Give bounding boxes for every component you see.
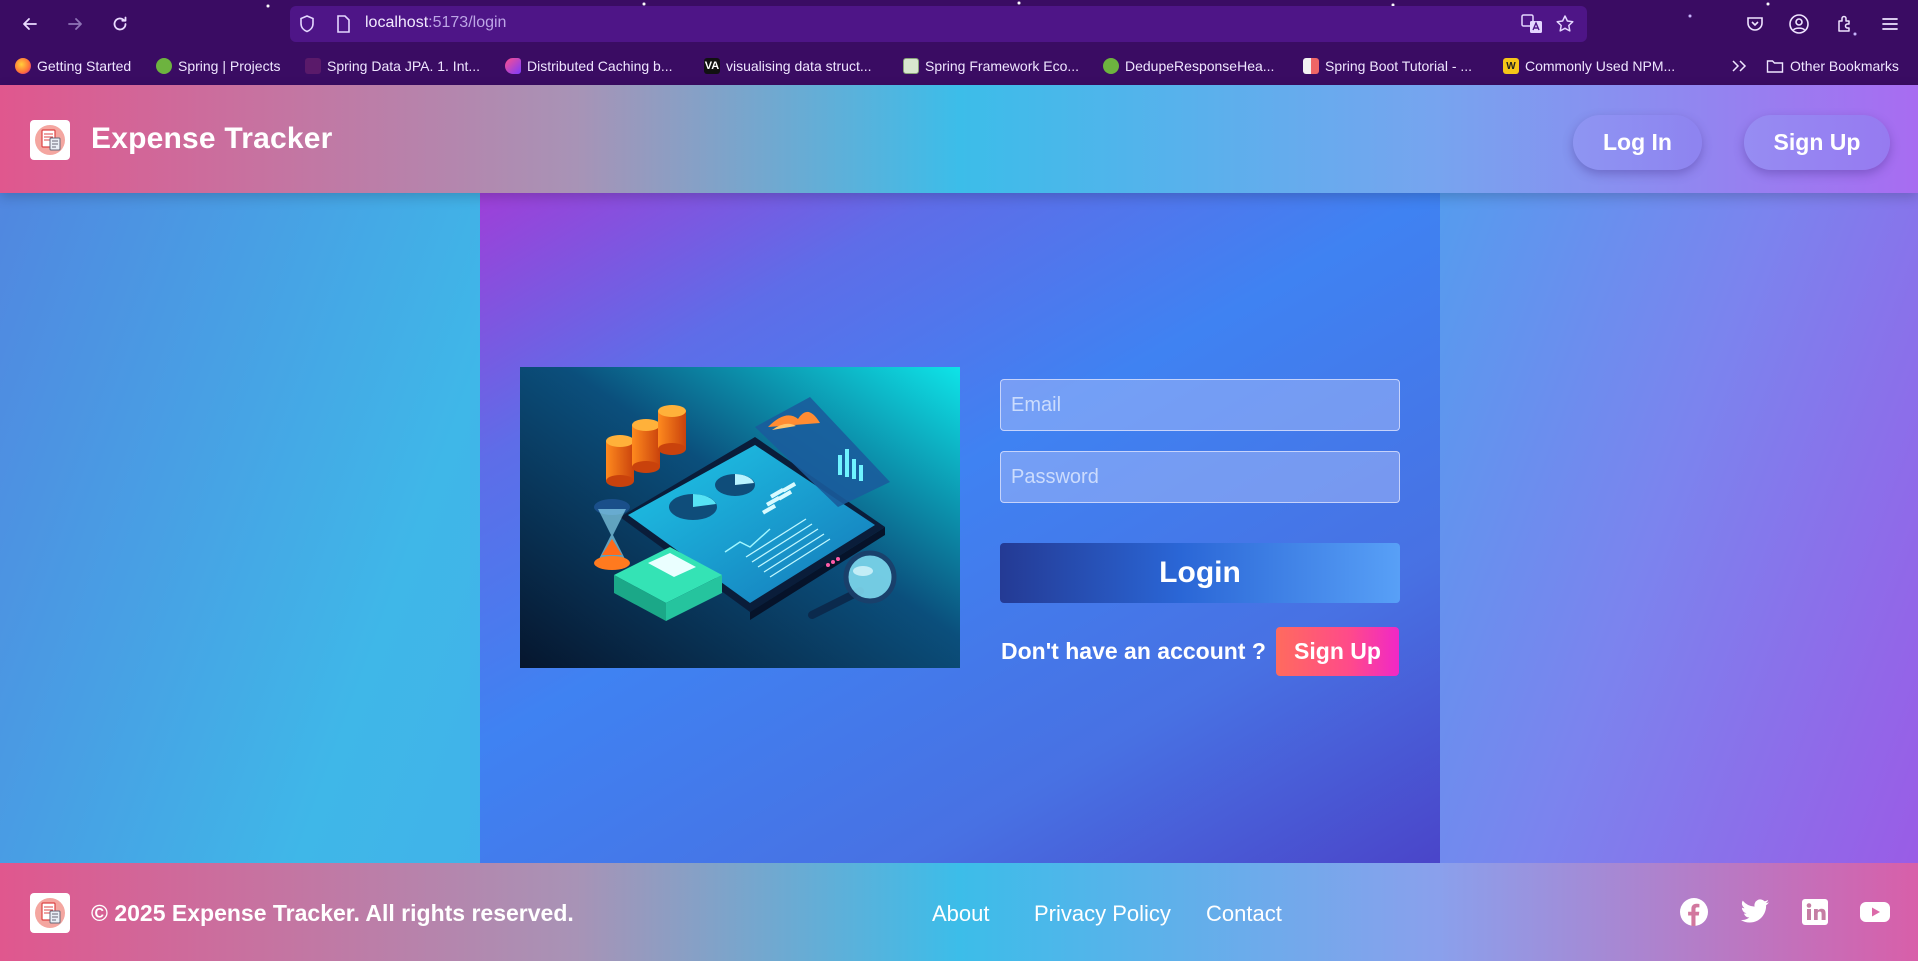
main-content: Login Don't have an account ? Sign Up (0, 193, 1918, 863)
app-footer: © 2025 Expense Tracker. All rights reser… (0, 863, 1918, 961)
bookmark-getting-started[interactable]: Getting Started (15, 58, 131, 74)
spring-leaf-icon (156, 58, 172, 74)
login-panel: Login Don't have an account ? Sign Up (480, 193, 1440, 863)
site-icon (305, 58, 321, 74)
footer-link-about[interactable]: About (932, 901, 990, 927)
site-icon (505, 58, 521, 74)
chevron-double-right-icon (1732, 60, 1747, 72)
forward-button[interactable] (63, 12, 87, 36)
twitter-icon[interactable] (1740, 897, 1770, 927)
header-login-button[interactable]: Log In (1573, 115, 1702, 170)
linkedin-icon[interactable] (1800, 897, 1830, 927)
browser-toolbar: localhost:5173/login (0, 0, 1918, 48)
bookmark-spring-framework[interactable]: Spring Framework Eco... (903, 58, 1079, 74)
footer-link-contact[interactable]: Contact (1206, 901, 1282, 927)
visualgo-icon: VA (704, 58, 720, 74)
reload-button[interactable] (108, 12, 132, 36)
bookmark-label: Spring Data JPA. 1. Int... (327, 58, 481, 74)
back-button[interactable] (18, 12, 42, 36)
facebook-icon[interactable] (1679, 897, 1709, 927)
copyright-text: © 2025 Expense Tracker. All rights reser… (91, 900, 574, 926)
site-icon: W (1503, 58, 1519, 74)
menu-icon[interactable] (1878, 12, 1902, 36)
bookmark-label: Distributed Caching b... (527, 58, 673, 74)
no-account-text: Don't have an account ? (1001, 638, 1266, 664)
bookmark-label: DedupeResponseHea... (1125, 58, 1275, 74)
bookmark-label: Commonly Used NPM... (1525, 58, 1676, 74)
url-text[interactable]: localhost:5173/login (365, 14, 506, 32)
page-info-icon[interactable] (334, 15, 352, 33)
bookmark-label: visualising data struct... (726, 58, 872, 74)
youtube-icon[interactable] (1859, 897, 1891, 927)
finance-illustration (520, 367, 960, 668)
bookmark-spring-boot-tutorial[interactable]: Spring Boot Tutorial - ... (1303, 58, 1472, 74)
pocket-icon[interactable] (1743, 12, 1767, 36)
password-field[interactable] (1000, 451, 1400, 503)
bookmark-label: Getting Started (37, 58, 132, 74)
footer-link-privacy-policy[interactable]: Privacy Policy (1034, 901, 1171, 927)
bookmark-spring-projects[interactable]: Spring | Projects (156, 58, 280, 74)
form-signup-button[interactable]: Sign Up (1276, 627, 1399, 676)
expense-logo-icon (35, 125, 65, 155)
header-signup-button[interactable]: Sign Up (1744, 115, 1890, 170)
bookmark-dedupe-response[interactable]: DedupeResponseHea... (1103, 58, 1274, 74)
url-path: :5173/login (428, 14, 507, 31)
translate-icon[interactable] (1521, 14, 1543, 33)
bookmark-label: Spring Framework Eco... (925, 58, 1080, 74)
shield-icon[interactable] (298, 15, 316, 33)
extensions-icon[interactable] (1833, 12, 1857, 36)
bookmark-visualising-data[interactable]: VA visualising data struct... (704, 58, 872, 74)
address-bar[interactable]: localhost:5173/login (290, 6, 1587, 42)
reload-icon (113, 16, 127, 31)
expense-logo-icon (35, 898, 65, 928)
bookmark-label: Spring Boot Tutorial - ... (1325, 58, 1473, 74)
bookmark-distributed-caching[interactable]: Distributed Caching b... (505, 58, 673, 74)
email-field[interactable] (1000, 379, 1400, 431)
app-title: Expense Tracker (91, 122, 333, 155)
bookmark-npm[interactable]: W Commonly Used NPM... (1503, 58, 1675, 74)
account-icon[interactable] (1787, 12, 1811, 36)
bookmark-label: Spring | Projects (178, 58, 281, 74)
other-bookmarks[interactable]: Other Bookmarks (1766, 58, 1899, 74)
bookmarks-bar: Getting Started Spring | Projects Spring… (0, 48, 1918, 85)
app-header: Expense Tracker Log In Sign Up (0, 85, 1918, 193)
other-bookmarks-label: Other Bookmarks (1790, 58, 1899, 74)
site-icon (903, 58, 919, 74)
url-host: localhost (365, 14, 429, 31)
site-icon (1303, 58, 1319, 74)
spring-leaf-icon (1103, 58, 1119, 74)
bookmark-spring-data-jpa[interactable]: Spring Data JPA. 1. Int... (305, 58, 480, 74)
arrow-left-icon (23, 18, 37, 30)
firefox-icon (15, 58, 31, 74)
login-submit-button[interactable]: Login (1000, 543, 1400, 603)
star-icon[interactable] (1555, 15, 1575, 33)
footer-logo (30, 893, 70, 933)
app-logo[interactable] (30, 120, 70, 160)
arrow-right-icon (68, 18, 82, 30)
bookmarks-overflow-button[interactable] (1730, 58, 1748, 74)
folder-icon (1766, 60, 1784, 73)
